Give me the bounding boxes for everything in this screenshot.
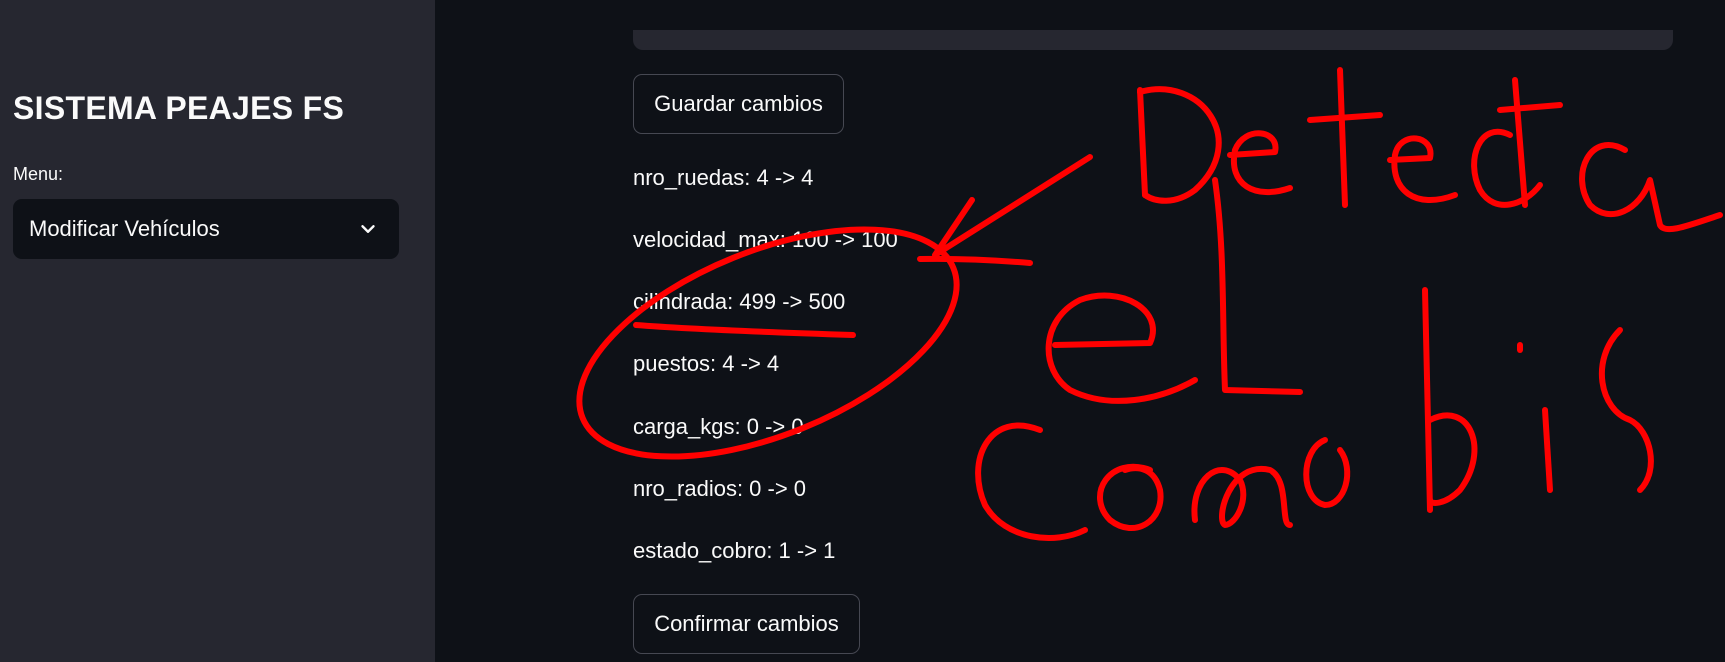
sidebar: SISTEMA PEAJES FS Menu: Modificar Vehícu… [0, 0, 435, 662]
confirm-changes-button[interactable]: Confirmar cambios [633, 594, 860, 654]
change-line-nro-ruedas: nro_ruedas: 4 -> 4 [633, 165, 814, 190]
menu-select[interactable]: Modificar Vehículos [13, 199, 399, 259]
menu-select-value: Modificar Vehículos [29, 216, 220, 241]
change-line-carga-kgs: carga_kgs: 0 -> 0 [633, 414, 804, 439]
change-line-estado-cobro: estado_cobro: 1 -> 1 [633, 538, 836, 563]
change-line-cilindrada: cilindrada: 499 -> 500 [633, 289, 846, 314]
chevron-down-icon [361, 225, 375, 233]
main-content: Guardar cambios nro_ruedas: 4 -> 4 veloc… [435, 0, 1725, 662]
menu-label: Menu: [13, 164, 64, 184]
change-line-nro-radios: nro_radios: 0 -> 0 [633, 476, 807, 501]
change-line-velocidad: velocidad_max: 100 -> 100 [633, 227, 898, 252]
form-container-bottom [633, 30, 1673, 50]
change-line-puestos: puestos: 4 -> 4 [633, 351, 780, 376]
save-changes-button[interactable]: Guardar cambios [633, 74, 844, 134]
app-title: SISTEMA PEAJES FS [13, 90, 345, 126]
